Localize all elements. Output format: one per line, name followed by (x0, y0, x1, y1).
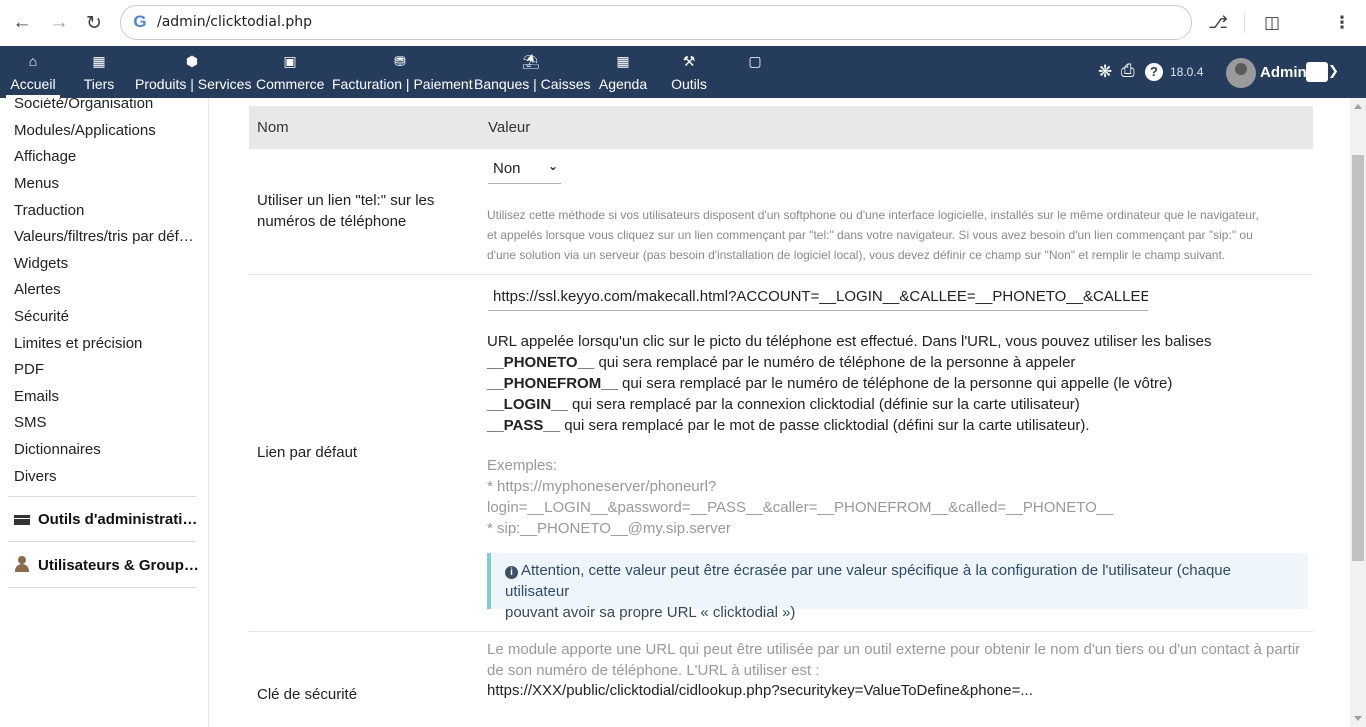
google-icon: G (133, 12, 147, 31)
security-key-description: Le module apporte une URL qui peut être … (487, 641, 1301, 679)
tools-icon (14, 515, 30, 525)
sidebar-item-alertes[interactable]: Alertes (14, 281, 61, 298)
menu-notes[interactable]: ▢ (742, 46, 768, 98)
note-icon: ▢ (748, 53, 762, 69)
setting-label-default-link: Lien par défaut (257, 444, 358, 461)
avatar[interactable] (1226, 58, 1256, 88)
menu-commerce[interactable]: ▣ Commerce (256, 46, 324, 98)
help-icon[interactable]: ? (1145, 63, 1163, 81)
side-panel-icon[interactable]: ◫ (1260, 11, 1284, 35)
security-key-url: https://XXX/public/clicktodial/cidlookup… (487, 682, 1033, 699)
scroll-down-icon[interactable] (1354, 716, 1362, 721)
sidebar-item-valeurs[interactable]: Valeurs/filtres/tris par déf… (14, 228, 194, 245)
sidebar-section-outils-admin[interactable]: Outils d'administrati… (14, 511, 197, 528)
wrench-icon: ⚒ (682, 53, 696, 69)
sidebar-item-modules[interactable]: Modules/Applications (14, 122, 156, 139)
bug-icon[interactable]: ❋ (1098, 62, 1112, 82)
column-header-nom: Nom (257, 119, 289, 136)
warning-box: i Attention, cette valeur peut être écras… (487, 553, 1308, 621)
left-sidebar: Société/Organisation Modules/Application… (0, 98, 209, 727)
sidebar-item-menus[interactable]: Menus (14, 175, 59, 192)
sidebar-divider (8, 587, 196, 588)
calendar-icon: ▦ (616, 53, 630, 69)
extensions-icon[interactable]: ⎇ (1206, 11, 1230, 35)
menu-produits-services[interactable]: ⬢ Produits | Services (135, 46, 251, 98)
sidebar-item-securite[interactable]: Sécurité (14, 308, 69, 325)
coins-icon: ⛃ (394, 53, 406, 69)
home-icon: ⌂ (28, 53, 38, 69)
row-divider (249, 631, 1313, 632)
version-label: 18.0.4 (1170, 65, 1204, 79)
sidebar-item-societe[interactable]: Société/Organisation (14, 98, 153, 112)
page-scrollbar[interactable] (1350, 98, 1366, 727)
sidebar-item-pdf[interactable]: PDF (14, 361, 44, 378)
address-bar[interactable]: G /admin/clicktodial.php (120, 5, 1192, 40)
building-icon: ▦ (92, 53, 106, 69)
chevron-down-icon: ⌄ (547, 159, 558, 173)
user-name[interactable]: Admin (1260, 64, 1307, 81)
menu-tiers[interactable]: ▦ Tiers (78, 46, 120, 98)
sidebar-item-emails[interactable]: Emails (14, 388, 59, 405)
table-header: Nom Valeur (249, 106, 1313, 149)
more-menu-icon[interactable]: ⋮ (1330, 11, 1354, 35)
sidebar-item-widgets[interactable]: Widgets (14, 255, 68, 272)
setting-label-tel-link: Utiliser un lien "tel:" sur les numéros … (257, 192, 435, 230)
top-menu: ⌂ Accueil ▦ Tiers ⬢ Produits | Services … (0, 46, 1366, 98)
menu-banques[interactable]: ⛱ Banques | Caisses (474, 46, 590, 98)
sidebar-item-dictionnaires[interactable]: Dictionnaires (14, 441, 101, 458)
tel-link-select[interactable]: Non ⌄ (488, 155, 561, 184)
scrollbar-thumb[interactable] (1352, 155, 1364, 561)
setting-label-security-key: Clé de sécurité (257, 686, 358, 703)
row-divider (249, 274, 1313, 275)
info-icon: i (505, 566, 518, 579)
briefcase-icon: ▣ (283, 53, 297, 69)
menu-agenda[interactable]: ▦ Agenda (596, 46, 650, 98)
examples-block: Exemples: * https://myphoneserver/phoneu… (487, 457, 1114, 537)
toolbar-divider (1244, 13, 1245, 33)
main-content: Nom Valeur Utiliser un lien "tel:" sur l… (208, 98, 1350, 727)
reload-icon[interactable]: ↻ (80, 9, 108, 37)
sidebar-divider (8, 541, 196, 542)
default-link-description: URL appelée lorsqu'un clic sur le picto … (487, 333, 1212, 434)
sidebar-item-limites[interactable]: Limites et précision (14, 335, 142, 352)
bank-icon: ⛱ (522, 53, 540, 69)
sidebar-item-traduction[interactable]: Traduction (14, 202, 84, 219)
forward-icon[interactable]: → (45, 9, 73, 37)
url-text: /admin/clicktodial.php (157, 14, 312, 30)
scroll-up-icon[interactable] (1354, 104, 1362, 109)
menu-accueil[interactable]: ⌂ Accueil (6, 46, 60, 98)
back-icon[interactable]: ← (8, 9, 36, 37)
user-name-redaction (1306, 62, 1328, 82)
menu-outils[interactable]: ⚒ Outils (668, 46, 710, 98)
cube-icon: ⬢ (185, 53, 199, 69)
menu-facturation[interactable]: ⛃ Facturation | Paiement (332, 46, 473, 98)
default-link-input[interactable]: https://ssl.keyyo.com/makecall.html?ACCO… (488, 284, 1148, 311)
chevron-down-icon[interactable]: ❯ (1328, 63, 1339, 79)
tel-link-help: Utilisez cette méthode si vos utilisateu… (487, 208, 1259, 262)
sidebar-divider (8, 496, 196, 497)
browser-toolbar: ← → ↻ G /admin/clicktodial.php ⎇ ◫ ⋮ (0, 0, 1366, 47)
sidebar-item-affichage[interactable]: Affichage (14, 148, 76, 165)
print-icon[interactable]: ⎙ (1121, 61, 1135, 81)
sidebar-item-sms[interactable]: SMS (14, 414, 47, 431)
user-icon (14, 556, 30, 572)
column-header-valeur: Valeur (488, 119, 531, 136)
sidebar-section-utilisateurs[interactable]: Utilisateurs & Group… (14, 556, 199, 574)
sidebar-item-divers[interactable]: Divers (14, 468, 57, 485)
